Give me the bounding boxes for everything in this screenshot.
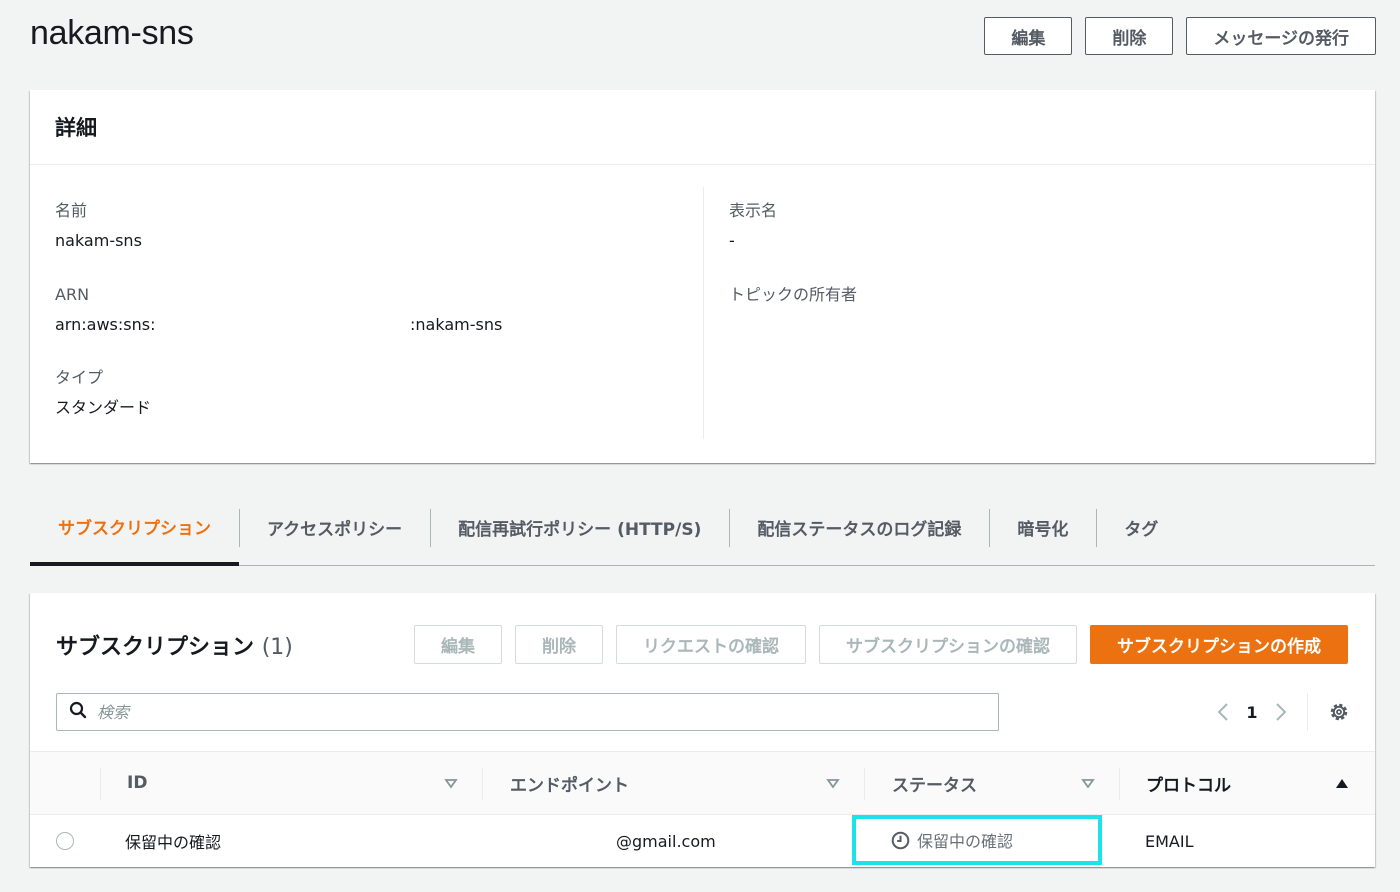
create-subscription-button[interactable]: サブスクリプションの作成: [1090, 625, 1348, 664]
preferences-button[interactable]: [1327, 700, 1351, 724]
type-field: タイプ スタンダード: [55, 363, 151, 423]
arn-label: ARN: [55, 285, 90, 304]
column-header-status-label: ステータス: [892, 775, 977, 796]
page-title: nakam-sns: [30, 14, 194, 52]
gear-icon: [1330, 703, 1348, 721]
clock-icon: [891, 831, 910, 849]
delete-button[interactable]: 削除: [1085, 17, 1174, 55]
column-header-id-label: ID: [127, 773, 148, 793]
tab-delivery-retry-policy[interactable]: 配信再試行ポリシー (HTTP/S): [430, 490, 729, 565]
type-value: スタンダード: [55, 398, 152, 417]
name-field: 名前 nakam-sns: [55, 196, 142, 256]
row-protocol: EMAIL: [1145, 831, 1194, 851]
topic-owner-label: トピックの所有者: [729, 285, 858, 304]
subscription-edit-button[interactable]: 編集: [414, 625, 502, 664]
arn-suffix: :nakam-sns: [410, 315, 503, 334]
edit-button[interactable]: 編集: [984, 17, 1073, 55]
arn-field: ARN arn:aws:sns: :nakam-sns: [55, 280, 655, 340]
sort-ascending-icon[interactable]: [1335, 776, 1349, 790]
search-icon: [69, 701, 87, 724]
arn-value: arn:aws:sns: :nakam-sns: [55, 310, 655, 340]
tab-subscriptions[interactable]: サブスクリプション: [30, 490, 239, 566]
subscriptions-actions: 編集 削除 リクエストの確認 サブスクリプションの確認 サブスクリプションの作成: [414, 625, 1348, 664]
subscriptions-panel: サブスクリプション (1) 編集 削除 リクエストの確認 サブスクリプションの確…: [30, 593, 1375, 867]
row-status: 保留中の確認: [852, 815, 1102, 865]
column-header-endpoint-label: エンドポイント: [510, 775, 629, 796]
name-label: 名前: [55, 201, 88, 220]
details-body: 名前 nakam-sns ARN arn:aws:sns: :nakam-sns…: [30, 165, 1375, 462]
topic-owner-field: トピックの所有者: [729, 280, 857, 340]
name-value: nakam-sns: [55, 231, 142, 250]
publish-message-button[interactable]: メッセージの発行: [1186, 17, 1376, 55]
arn-prefix: arn:aws:sns:: [55, 315, 156, 334]
tab-delivery-status-logging[interactable]: 配信ステータスのログ記録: [729, 490, 989, 565]
display-name-label: 表示名: [729, 201, 778, 220]
search-input[interactable]: [97, 702, 998, 722]
confirm-request-button[interactable]: リクエストの確認: [616, 625, 806, 664]
tab-encryption[interactable]: 暗号化: [989, 490, 1096, 565]
subscriptions-count: (1): [261, 635, 293, 660]
table-row[interactable]: 保留中の確認 @gmail.com 保留中の確認 EMAIL: [30, 815, 1375, 867]
sort-status-icon[interactable]: [1081, 777, 1095, 791]
subscription-delete-button[interactable]: 削除: [515, 625, 603, 664]
confirm-subscription-button[interactable]: サブスクリプションの確認: [819, 625, 1077, 664]
header-actions: 編集 削除 メッセージの発行: [984, 17, 1376, 55]
display-name-field: 表示名 -: [729, 196, 777, 256]
pager-divider: [1307, 693, 1308, 731]
row-select-radio[interactable]: [56, 832, 74, 850]
header-divider: [100, 768, 101, 800]
header-divider: [482, 768, 483, 800]
subscriptions-title: サブスクリプション (1): [56, 629, 293, 661]
sort-id-icon[interactable]: [444, 777, 458, 791]
column-header-protocol[interactable]: プロトコル: [1146, 752, 1231, 814]
header-divider: [1119, 768, 1120, 800]
topic-owner-value: [729, 310, 857, 340]
sort-endpoint-icon[interactable]: [826, 777, 840, 791]
chevron-right-icon: [1276, 703, 1287, 721]
column-header-protocol-label: プロトコル: [1146, 775, 1231, 796]
row-id[interactable]: 保留中の確認: [125, 815, 221, 867]
tab-tags[interactable]: タグ: [1096, 490, 1186, 565]
row-endpoint: @gmail.com: [616, 831, 716, 851]
column-header-endpoint[interactable]: エンドポイント: [510, 752, 629, 814]
details-panel: 詳細 名前 nakam-sns ARN arn:aws:sns: :nakam-…: [30, 90, 1375, 463]
header-divider: [864, 768, 865, 800]
chevron-left-icon: [1217, 703, 1228, 721]
column-divider: [703, 187, 704, 439]
current-page[interactable]: 1: [1235, 703, 1269, 722]
column-header-status[interactable]: ステータス: [892, 752, 977, 814]
column-header-id[interactable]: ID: [127, 752, 147, 814]
subscriptions-title-text: サブスクリプション: [56, 635, 255, 660]
tab-access-policy[interactable]: アクセスポリシー: [239, 490, 430, 565]
display-name-value: -: [729, 231, 735, 250]
table-header: ID エンドポイント ステータス プロトコル: [30, 751, 1375, 815]
type-label: タイプ: [55, 368, 104, 387]
subscriptions-table: ID エンドポイント ステータス プロトコル 保留中の確認 @gmail.com: [30, 751, 1375, 867]
row-status-text: 保留中の確認: [917, 832, 1014, 851]
details-header: 詳細: [30, 90, 1375, 165]
next-page-button[interactable]: [1269, 696, 1293, 728]
search-box: [56, 693, 999, 731]
pagination: 1: [1211, 693, 1351, 731]
tab-bar: サブスクリプション アクセスポリシー 配信再試行ポリシー (HTTP/S) 配信…: [30, 490, 1375, 566]
previous-page-button[interactable]: [1211, 696, 1235, 728]
